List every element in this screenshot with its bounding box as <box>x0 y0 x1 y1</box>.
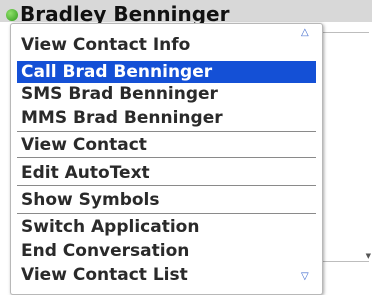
menu-item-switch-application[interactable]: Switch Application <box>17 216 316 238</box>
conversation-area <box>318 32 369 262</box>
menu-item-show-symbols[interactable]: Show Symbols <box>17 189 316 211</box>
menu-item-view-contact-list[interactable]: View Contact List <box>17 264 316 286</box>
menu-separator <box>17 213 316 214</box>
menu-item-view-contact-info[interactable]: View Contact Info <box>17 34 316 56</box>
menu-item-end-conversation[interactable]: End Conversation <box>17 240 316 262</box>
presence-status-icon <box>6 9 18 21</box>
scroll-down-icon[interactable]: ▽ <box>301 272 309 282</box>
menu-item-call-contact[interactable]: Call Brad Benninger <box>17 61 316 83</box>
context-menu: △ View Contact Info Call Brad Benninger … <box>10 23 323 295</box>
chat-scroll-down-icon: ▼ <box>365 252 371 260</box>
menu-item-view-contact[interactable]: View Contact <box>17 134 316 156</box>
menu-item-sms-contact[interactable]: SMS Brad Benninger <box>17 83 316 105</box>
menu-separator <box>17 157 316 158</box>
menu-item-edit-autotext[interactable]: Edit AutoText <box>17 162 316 184</box>
menu-separator <box>17 185 316 186</box>
menu-item-mms-contact[interactable]: MMS Brad Benninger <box>17 107 316 129</box>
menu-separator <box>17 131 316 132</box>
